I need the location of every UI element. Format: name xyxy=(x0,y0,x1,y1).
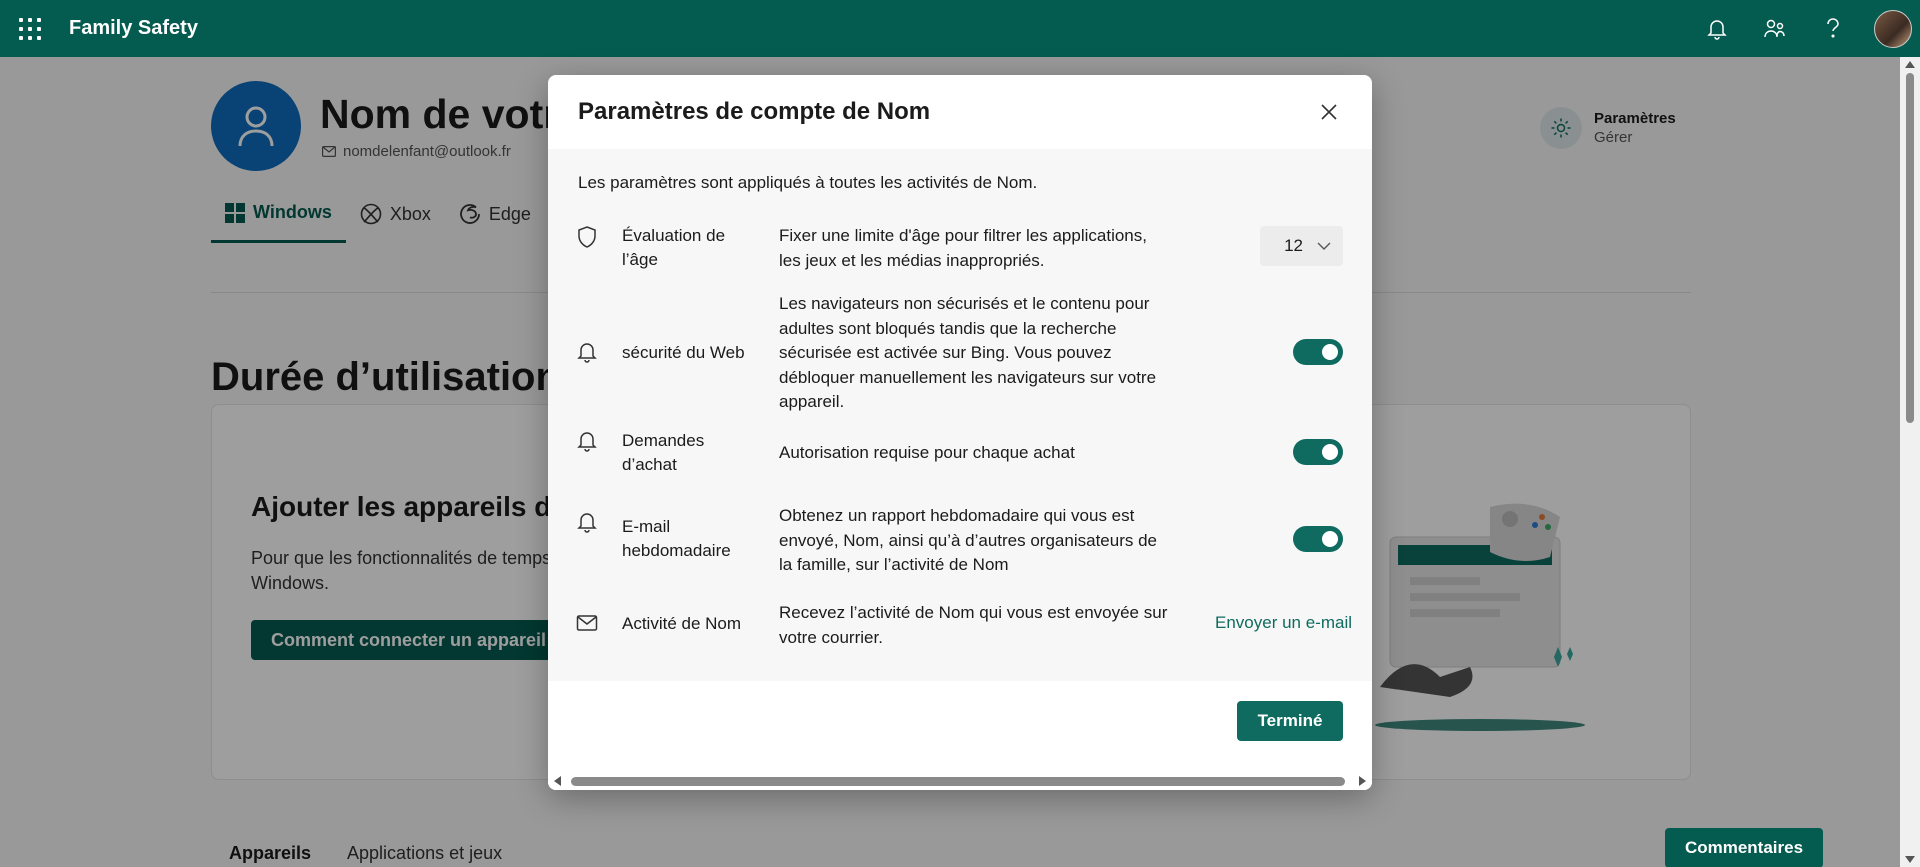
help-icon xyxy=(1827,17,1839,38)
chevron-down-icon xyxy=(1317,242,1331,250)
mail-icon xyxy=(576,615,598,631)
setting-label: Demandes d’achat xyxy=(622,431,705,474)
close-icon xyxy=(1321,104,1337,120)
setting-label: Évaluation de l’âge xyxy=(622,226,726,269)
setting-label: sécurité du Web xyxy=(622,343,745,362)
dialog-header: Paramètres de compte de Nom xyxy=(548,75,1372,149)
scroll-up-icon[interactable] xyxy=(1905,61,1915,68)
avatar[interactable] xyxy=(1874,9,1912,48)
send-email-link[interactable]: Envoyer un e-mail xyxy=(1215,613,1352,633)
dialog-intro: Les paramètres sont appliqués à toutes l… xyxy=(578,173,1038,192)
scroll-left-icon[interactable] xyxy=(554,776,561,786)
family-button[interactable] xyxy=(1746,0,1804,57)
web-safety-toggle[interactable] xyxy=(1293,339,1343,365)
age-limit-select[interactable]: 12 xyxy=(1260,226,1343,266)
top-bar: Family Safety xyxy=(0,0,1920,57)
setting-description: Autorisation requise pour chaque achat xyxy=(779,443,1075,462)
dialog-title: Paramètres de compte de Nom xyxy=(578,98,931,125)
scrollbar-thumb[interactable] xyxy=(1906,73,1914,423)
done-button[interactable]: Terminé xyxy=(1237,701,1343,741)
help-button[interactable] xyxy=(1804,0,1862,57)
age-limit-value: 12 xyxy=(1284,236,1303,255)
setting-description: Les navigateurs non sécurisés et le cont… xyxy=(779,294,1157,411)
setting-description: Fixer une limite d'âge pour filtrer les … xyxy=(779,226,1147,270)
dialog-body: Les paramètres sont appliqués à toutes l… xyxy=(548,149,1372,681)
app-title[interactable]: Family Safety xyxy=(69,17,198,40)
setting-label: Activité de Nom xyxy=(622,614,742,633)
purchase-requests-toggle[interactable] xyxy=(1293,439,1343,465)
scrollbar-thumb[interactable] xyxy=(571,777,1345,786)
bell-icon xyxy=(577,343,597,363)
shield-icon xyxy=(578,226,596,248)
dialog-horizontal-scrollbar[interactable] xyxy=(548,772,1372,790)
page-scrollbar[interactable] xyxy=(1900,57,1920,867)
scroll-right-icon[interactable] xyxy=(1359,776,1366,786)
feedback-button[interactable]: Commentaires xyxy=(1665,828,1823,867)
scroll-down-icon[interactable] xyxy=(1905,856,1915,863)
setting-description: Recevez l’activité de Nom qui vous est e… xyxy=(779,603,1168,647)
family-icon xyxy=(1764,19,1785,37)
weekly-email-toggle[interactable] xyxy=(1293,526,1343,552)
bell-icon xyxy=(577,432,597,452)
setting-description: Obtenez un rapport hebdomadaire qui vous… xyxy=(779,506,1157,574)
setting-label: E-mail hebdomadaire xyxy=(622,517,731,560)
close-button[interactable] xyxy=(1316,99,1342,125)
bell-icon xyxy=(1707,19,1727,40)
account-settings-dialog: Paramètres de compte de Nom Les paramètr… xyxy=(548,75,1372,790)
waffle-icon[interactable] xyxy=(19,17,41,40)
bell-icon xyxy=(577,513,597,533)
notifications-button[interactable] xyxy=(1688,0,1746,57)
